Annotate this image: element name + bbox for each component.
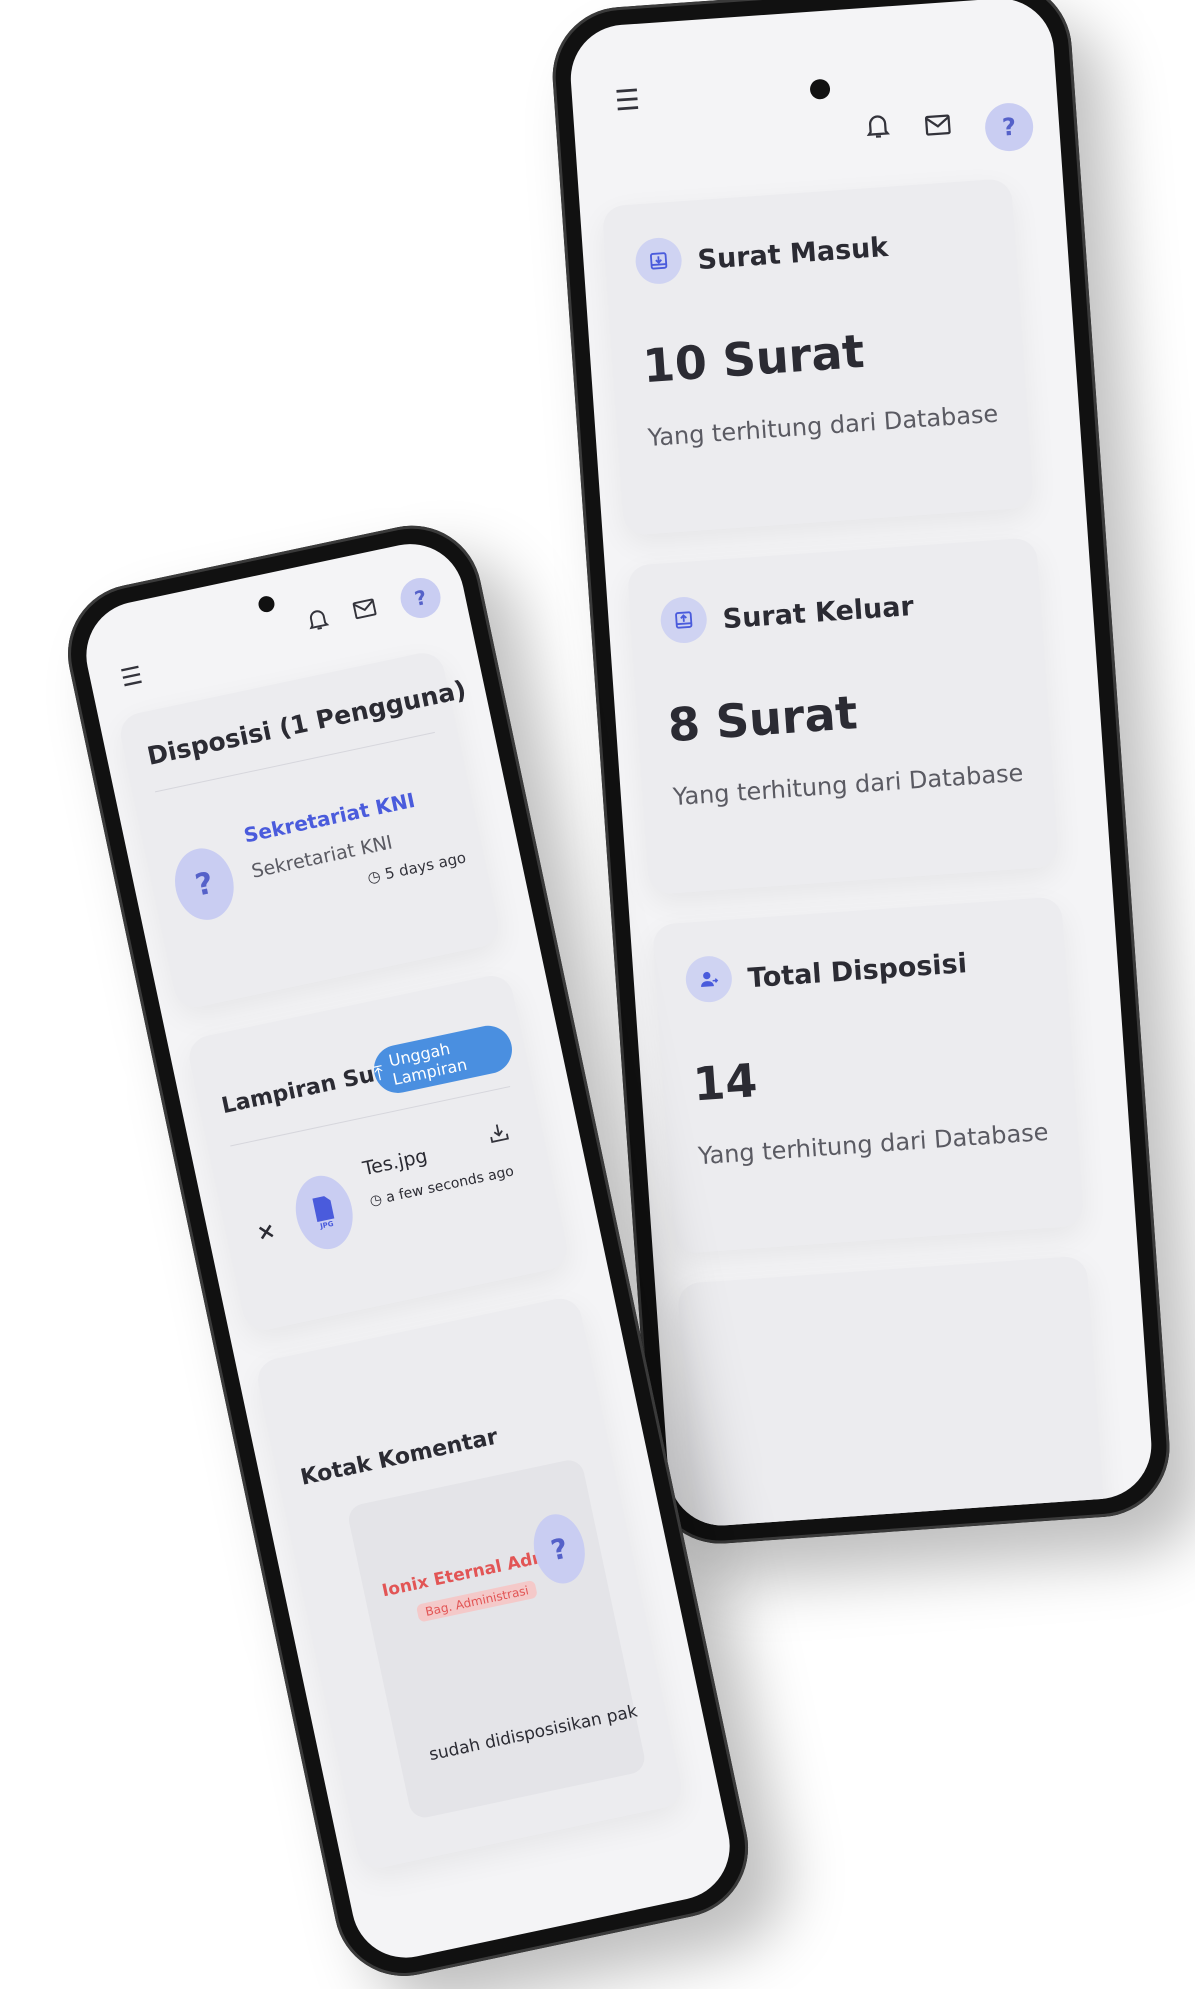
profile-avatar[interactable]: ?	[396, 574, 445, 622]
bell-icon[interactable]	[300, 601, 336, 637]
stat-card-surat-keluar[interactable]: Surat Keluar 8 Surat Yang terhitung dari…	[626, 537, 1059, 896]
comment-text: sudah didisposisikan pak	[427, 1701, 640, 1766]
front-camera	[809, 78, 831, 100]
inbox-upload-icon	[659, 595, 709, 645]
right-phone-screen: ☰ ? Surat Masuk 10 Surat Yang terhitung …	[567, 0, 1155, 1530]
user-avatar: ?	[168, 842, 241, 926]
komentar-card: Kotak Komentar Ionix Eternal Admin Bag. …	[254, 1294, 685, 1872]
download-icon[interactable]	[481, 1115, 517, 1151]
stat-value: 8 Surat	[666, 685, 860, 753]
stat-title: Total Disposisi	[746, 948, 968, 995]
comment-bubble: Ionix Eternal Admin Bag. Administrasi ? …	[346, 1457, 648, 1821]
stat-title: Surat Keluar	[721, 590, 915, 636]
disposisi-item[interactable]: ? Sekretariat KNI Sekretariat KNI ◷ 5 da…	[159, 751, 474, 977]
stat-card-partial	[677, 1255, 1107, 1530]
stat-description: Yang terhitung dari Database	[646, 399, 1000, 453]
front-camera	[256, 594, 276, 614]
stat-value: 14	[691, 1053, 759, 1112]
inbox-download-icon	[634, 236, 684, 286]
clock-icon: ◷	[368, 1191, 384, 1210]
profile-avatar[interactable]: ?	[983, 101, 1035, 153]
hamburger-icon[interactable]: ☰	[116, 661, 147, 693]
envelope-icon[interactable]	[919, 106, 957, 144]
remove-attachment-button[interactable]: ×	[255, 1218, 278, 1246]
clock-icon: ◷	[365, 866, 383, 887]
user-arrow-icon	[684, 954, 734, 1004]
stat-description: Yang terhitung dari Database	[697, 1117, 1050, 1171]
commenter-avatar: ?	[527, 1509, 592, 1589]
stat-description: Yang terhitung dari Database	[672, 758, 1025, 812]
file-name[interactable]: Tes.jpg	[361, 1145, 430, 1180]
file-type-label: JPG	[319, 1219, 335, 1231]
upload-attachment-button[interactable]: ⤒ Unggah Lampiran	[369, 1021, 517, 1098]
stat-card-surat-masuk[interactable]: Surat Masuk 10 Surat Yang terhitung dari…	[601, 178, 1034, 536]
stat-title: Surat Masuk	[696, 231, 890, 277]
upload-button-label: Unggah Lampiran	[387, 1038, 469, 1090]
bell-icon[interactable]	[858, 106, 896, 144]
stat-card-total-disposisi[interactable]: Total Disposisi 14 Yang terhitung dari D…	[651, 896, 1084, 1255]
stat-value: 10 Surat	[641, 323, 866, 394]
lampiran-card: Lampiran Surat ⤒ Unggah Lampiran × JPG T…	[185, 971, 571, 1334]
right-phone: ☰ ? Surat Masuk 10 Surat Yang terhitung …	[548, 0, 1175, 1549]
app-header: ☰ ?	[567, 0, 1058, 153]
hamburger-icon[interactable]: ☰	[611, 82, 643, 117]
file-icon: JPG	[289, 1170, 360, 1255]
envelope-icon[interactable]	[347, 591, 383, 627]
disposisi-time-text: 5 days ago	[383, 848, 468, 884]
